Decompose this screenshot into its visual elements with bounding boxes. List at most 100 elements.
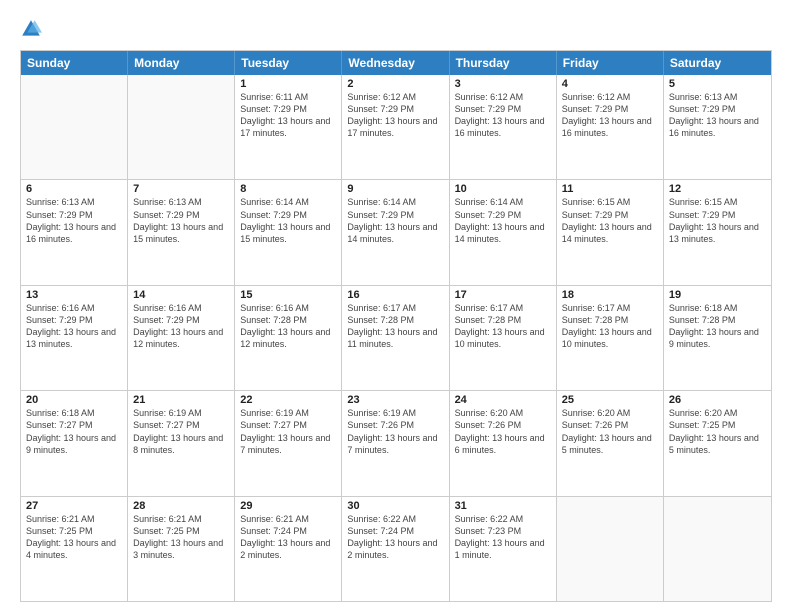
day-cell-26: 26Sunrise: 6:20 AMSunset: 7:25 PMDayligh… bbox=[664, 391, 771, 495]
cell-info: Sunrise: 6:21 AMSunset: 7:25 PMDaylight:… bbox=[133, 513, 229, 562]
day-cell-8: 8Sunrise: 6:14 AMSunset: 7:29 PMDaylight… bbox=[235, 180, 342, 284]
day-number: 23 bbox=[347, 394, 443, 406]
day-number: 11 bbox=[562, 183, 658, 195]
day-cell-22: 22Sunrise: 6:19 AMSunset: 7:27 PMDayligh… bbox=[235, 391, 342, 495]
day-cell-6: 6Sunrise: 6:13 AMSunset: 7:29 PMDaylight… bbox=[21, 180, 128, 284]
calendar-header: SundayMondayTuesdayWednesdayThursdayFrid… bbox=[21, 51, 771, 75]
cell-info: Sunrise: 6:12 AMSunset: 7:29 PMDaylight:… bbox=[562, 91, 658, 140]
calendar-week-4: 20Sunrise: 6:18 AMSunset: 7:27 PMDayligh… bbox=[21, 390, 771, 495]
day-cell-12: 12Sunrise: 6:15 AMSunset: 7:29 PMDayligh… bbox=[664, 180, 771, 284]
day-of-week-wednesday: Wednesday bbox=[342, 51, 449, 75]
day-cell-16: 16Sunrise: 6:17 AMSunset: 7:28 PMDayligh… bbox=[342, 286, 449, 390]
day-cell-24: 24Sunrise: 6:20 AMSunset: 7:26 PMDayligh… bbox=[450, 391, 557, 495]
day-cell-14: 14Sunrise: 6:16 AMSunset: 7:29 PMDayligh… bbox=[128, 286, 235, 390]
calendar-week-3: 13Sunrise: 6:16 AMSunset: 7:29 PMDayligh… bbox=[21, 285, 771, 390]
cell-info: Sunrise: 6:21 AMSunset: 7:24 PMDaylight:… bbox=[240, 513, 336, 562]
calendar: SundayMondayTuesdayWednesdayThursdayFrid… bbox=[20, 50, 772, 602]
day-of-week-sunday: Sunday bbox=[21, 51, 128, 75]
cell-info: Sunrise: 6:12 AMSunset: 7:29 PMDaylight:… bbox=[455, 91, 551, 140]
logo bbox=[20, 18, 46, 40]
cell-info: Sunrise: 6:20 AMSunset: 7:26 PMDaylight:… bbox=[455, 407, 551, 456]
day-number: 16 bbox=[347, 289, 443, 301]
cell-info: Sunrise: 6:13 AMSunset: 7:29 PMDaylight:… bbox=[133, 196, 229, 245]
calendar-body: 1Sunrise: 6:11 AMSunset: 7:29 PMDaylight… bbox=[21, 75, 771, 601]
cell-info: Sunrise: 6:16 AMSunset: 7:29 PMDaylight:… bbox=[133, 302, 229, 351]
day-cell-21: 21Sunrise: 6:19 AMSunset: 7:27 PMDayligh… bbox=[128, 391, 235, 495]
page: SundayMondayTuesdayWednesdayThursdayFrid… bbox=[0, 0, 792, 612]
cell-info: Sunrise: 6:17 AMSunset: 7:28 PMDaylight:… bbox=[347, 302, 443, 351]
cell-info: Sunrise: 6:13 AMSunset: 7:29 PMDaylight:… bbox=[669, 91, 766, 140]
day-number: 20 bbox=[26, 394, 122, 406]
cell-info: Sunrise: 6:16 AMSunset: 7:28 PMDaylight:… bbox=[240, 302, 336, 351]
day-cell-11: 11Sunrise: 6:15 AMSunset: 7:29 PMDayligh… bbox=[557, 180, 664, 284]
day-cell-20: 20Sunrise: 6:18 AMSunset: 7:27 PMDayligh… bbox=[21, 391, 128, 495]
cell-info: Sunrise: 6:19 AMSunset: 7:26 PMDaylight:… bbox=[347, 407, 443, 456]
day-number: 1 bbox=[240, 78, 336, 90]
day-number: 3 bbox=[455, 78, 551, 90]
day-number: 29 bbox=[240, 500, 336, 512]
day-number: 28 bbox=[133, 500, 229, 512]
day-cell-28: 28Sunrise: 6:21 AMSunset: 7:25 PMDayligh… bbox=[128, 497, 235, 601]
day-cell-17: 17Sunrise: 6:17 AMSunset: 7:28 PMDayligh… bbox=[450, 286, 557, 390]
day-number: 2 bbox=[347, 78, 443, 90]
calendar-week-2: 6 Sunrise: 6:13 AMSunset: 7:29 PMDaylight… bbox=[21, 179, 771, 284]
day-number: 25 bbox=[562, 394, 658, 406]
day-cell-13: 13Sunrise: 6:16 AMSunset: 7:29 PMDayligh… bbox=[21, 286, 128, 390]
empty-cell bbox=[557, 497, 664, 601]
day-number: 13 bbox=[26, 289, 122, 301]
day-cell-7: 7Sunrise: 6:13 AMSunset: 7:29 PMDaylight… bbox=[128, 180, 235, 284]
day-number: 26 bbox=[669, 394, 766, 406]
day-cell-10: 10Sunrise: 6:14 AMSunset: 7:29 PMDayligh… bbox=[450, 180, 557, 284]
cell-info: Sunrise: 6:14 AMSunset: 7:29 PMDaylight:… bbox=[455, 196, 551, 245]
day-cell-19: 19Sunrise: 6:18 AMSunset: 7:28 PMDayligh… bbox=[664, 286, 771, 390]
cell-info: Sunrise: 6:22 AMSunset: 7:23 PMDaylight:… bbox=[455, 513, 551, 562]
day-number: 18 bbox=[562, 289, 658, 301]
day-of-week-saturday: Saturday bbox=[664, 51, 771, 75]
day-cell-29: 29Sunrise: 6:21 AMSunset: 7:24 PMDayligh… bbox=[235, 497, 342, 601]
day-cell-4: 4Sunrise: 6:12 AMSunset: 7:29 PMDaylight… bbox=[557, 75, 664, 179]
day-cell-15: 15Sunrise: 6:16 AMSunset: 7:28 PMDayligh… bbox=[235, 286, 342, 390]
empty-cell bbox=[21, 75, 128, 179]
day-number: 27 bbox=[26, 500, 122, 512]
day-cell-1: 1Sunrise: 6:11 AMSunset: 7:29 PMDaylight… bbox=[235, 75, 342, 179]
day-number: 6 bbox=[26, 183, 122, 195]
day-number: 12 bbox=[669, 183, 766, 195]
cell-info: Sunrise: 6:15 AMSunset: 7:29 PMDaylight:… bbox=[562, 196, 658, 245]
cell-info: Sunrise: 6:20 AMSunset: 7:26 PMDaylight:… bbox=[562, 407, 658, 456]
calendar-week-1: 1Sunrise: 6:11 AMSunset: 7:29 PMDaylight… bbox=[21, 75, 771, 179]
header bbox=[20, 18, 772, 40]
day-number: 19 bbox=[669, 289, 766, 301]
day-number: 15 bbox=[240, 289, 336, 301]
day-cell-5: 5Sunrise: 6:13 AMSunset: 7:29 PMDaylight… bbox=[664, 75, 771, 179]
day-cell-31: 31Sunrise: 6:22 AMSunset: 7:23 PMDayligh… bbox=[450, 497, 557, 601]
day-cell-23: 23Sunrise: 6:19 AMSunset: 7:26 PMDayligh… bbox=[342, 391, 449, 495]
day-number: 8 bbox=[240, 183, 336, 195]
day-cell-2: 2Sunrise: 6:12 AMSunset: 7:29 PMDaylight… bbox=[342, 75, 449, 179]
day-number: 9 bbox=[347, 183, 443, 195]
cell-info: Sunrise: 6:14 AMSunset: 7:29 PMDaylight:… bbox=[347, 196, 443, 245]
day-number: 4 bbox=[562, 78, 658, 90]
cell-info: Sunrise: 6:19 AMSunset: 7:27 PMDaylight:… bbox=[133, 407, 229, 456]
cell-info: Sunrise: 6:15 AMSunset: 7:29 PMDaylight:… bbox=[669, 196, 766, 245]
day-number: 30 bbox=[347, 500, 443, 512]
cell-info: Sunrise: 6:17 AMSunset: 7:28 PMDaylight:… bbox=[455, 302, 551, 351]
day-number: 31 bbox=[455, 500, 551, 512]
cell-info: Sunrise: 6:14 AMSunset: 7:29 PMDaylight:… bbox=[240, 196, 336, 245]
day-number: 17 bbox=[455, 289, 551, 301]
cell-info: Sunrise: 6:21 AMSunset: 7:25 PMDaylight:… bbox=[26, 513, 122, 562]
cell-info: Sunrise: 6:16 AMSunset: 7:29 PMDaylight:… bbox=[26, 302, 122, 351]
day-cell-18: 18Sunrise: 6:17 AMSunset: 7:28 PMDayligh… bbox=[557, 286, 664, 390]
day-cell-3: 3Sunrise: 6:12 AMSunset: 7:29 PMDaylight… bbox=[450, 75, 557, 179]
calendar-week-5: 27Sunrise: 6:21 AMSunset: 7:25 PMDayligh… bbox=[21, 496, 771, 601]
day-number: 21 bbox=[133, 394, 229, 406]
logo-icon bbox=[20, 18, 42, 40]
day-cell-27: 27Sunrise: 6:21 AMSunset: 7:25 PMDayligh… bbox=[21, 497, 128, 601]
cell-info: Sunrise: 6:12 AMSunset: 7:29 PMDaylight:… bbox=[347, 91, 443, 140]
day-of-week-tuesday: Tuesday bbox=[235, 51, 342, 75]
day-of-week-friday: Friday bbox=[557, 51, 664, 75]
cell-info: Sunrise: 6:18 AMSunset: 7:27 PMDaylight:… bbox=[26, 407, 122, 456]
day-cell-25: 25Sunrise: 6:20 AMSunset: 7:26 PMDayligh… bbox=[557, 391, 664, 495]
cell-info: Sunrise: 6:18 AMSunset: 7:28 PMDaylight:… bbox=[669, 302, 766, 351]
day-number: 10 bbox=[455, 183, 551, 195]
cell-info: Sunrise: 6:20 AMSunset: 7:25 PMDaylight:… bbox=[669, 407, 766, 456]
